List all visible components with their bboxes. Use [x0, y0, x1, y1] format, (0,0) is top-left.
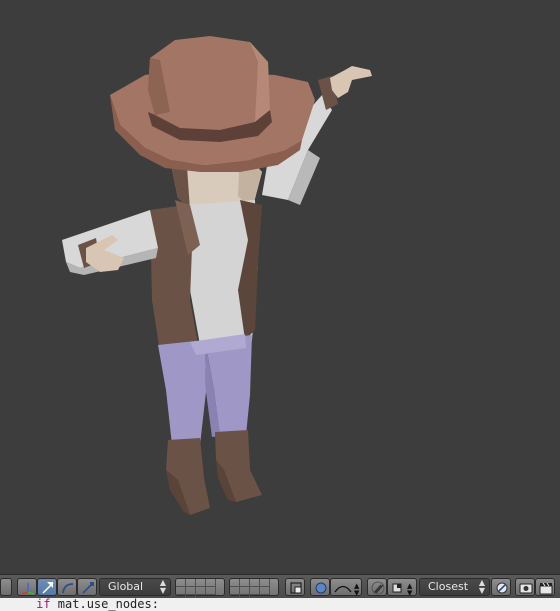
code-keyword: if	[36, 598, 51, 611]
view3d-header-toolbar: Global ▲ ▼ ▲ ▼ ▲ ▼ Closest ▲ ▼	[0, 574, 560, 603]
layer-button[interactable]	[240, 587, 250, 595]
cowboy-character-model[interactable]	[0, 0, 560, 574]
scene-layers-grid-2[interactable]	[229, 578, 279, 603]
translate-arrow-icon	[42, 582, 54, 594]
manipulator-toggle-button[interactable]	[17, 578, 37, 596]
text-editor[interactable]: if mat.use_nodes:	[0, 598, 560, 611]
opengl-render-animation-button[interactable]	[535, 578, 555, 596]
scale-icon	[82, 582, 94, 594]
snap-element-icon: ▲ ▼	[392, 582, 413, 597]
pivot-circle-icon	[315, 582, 327, 594]
editor-type-button[interactable]	[0, 578, 12, 596]
chevron-updown-icon: ▲ ▼	[478, 578, 485, 595]
layer-button[interactable]	[186, 587, 196, 595]
chevron-updown-icon: ▲ ▼	[159, 578, 166, 595]
manipulator-icon	[21, 583, 35, 595]
transform-orientation-dropdown[interactable]: Global ▲ ▼	[99, 578, 171, 596]
3d-viewport[interactable]	[0, 0, 560, 574]
code-line: mat.use_nodes:	[50, 598, 159, 611]
layer-grid-icon[interactable]	[176, 579, 186, 587]
layer-button[interactable]	[206, 579, 216, 587]
translate-manipulator-button[interactable]	[37, 578, 57, 596]
render-camera-icon	[519, 583, 533, 594]
layer-button[interactable]	[240, 579, 250, 587]
proportional-falloff-icon: ▲ ▼	[334, 582, 360, 597]
proportional-editing-button[interactable]	[310, 578, 330, 596]
render-layer-icon	[290, 582, 302, 594]
snap-element-dropdown[interactable]: ▲ ▼	[387, 578, 417, 597]
layer-button[interactable]	[196, 579, 206, 587]
opengl-render-image-button[interactable]	[515, 578, 535, 596]
svg-text:▼: ▼	[407, 589, 413, 597]
align-rotation-button[interactable]	[491, 578, 511, 596]
layer-button[interactable]	[206, 587, 216, 595]
layer-button[interactable]	[250, 579, 260, 587]
align-rotation-icon	[496, 582, 508, 594]
layer-button[interactable]	[196, 587, 206, 595]
clapperboard-icon	[539, 582, 553, 595]
svg-text:▼: ▼	[354, 589, 360, 597]
layer-button[interactable]	[250, 587, 260, 595]
layer-grid-2-icon[interactable]	[230, 579, 240, 587]
layer-button[interactable]	[186, 579, 196, 587]
snap-target-dropdown[interactable]: Closest ▲ ▼	[419, 578, 490, 596]
layer-button[interactable]	[176, 587, 186, 595]
rotate-arc-icon	[62, 583, 74, 594]
scale-manipulator-button[interactable]	[77, 578, 97, 596]
snap-magnet-icon	[371, 581, 385, 595]
layer-button[interactable]	[260, 587, 270, 595]
layer-button[interactable]	[260, 579, 270, 587]
transform-orientation-value: Global	[108, 580, 144, 593]
snap-target-value: Closest	[428, 580, 469, 593]
layer-button[interactable]	[230, 587, 240, 595]
render-layer-button[interactable]	[285, 578, 305, 596]
proportional-falloff-dropdown[interactable]: ▲ ▼	[330, 578, 362, 597]
snap-toggle-button[interactable]	[367, 578, 387, 596]
rotate-manipulator-button[interactable]	[57, 578, 77, 596]
scene-layers-grid[interactable]	[175, 578, 225, 603]
